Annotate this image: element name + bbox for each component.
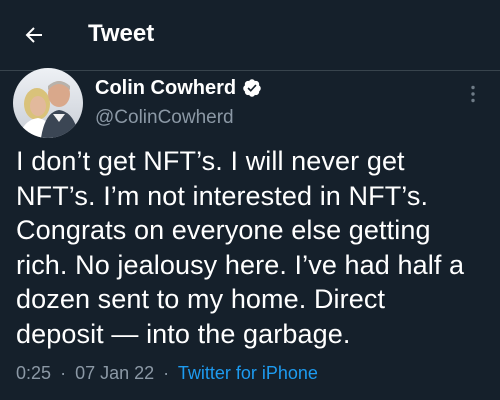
avatar[interactable]	[13, 68, 83, 138]
tweet-screen: Tweet Colin Cowherd @ColinCowherd I don’…	[0, 0, 500, 400]
tweet-source-link[interactable]: Twitter for iPhone	[178, 363, 318, 383]
author-handle[interactable]: @ColinCowherd	[95, 105, 234, 131]
back-button[interactable]	[18, 19, 50, 51]
arrow-left-icon	[25, 27, 42, 43]
author-name: Colin Cowherd	[95, 77, 237, 99]
more-options-button[interactable]	[463, 84, 483, 104]
meta-separator: ·	[163, 363, 170, 383]
verified-badge-icon	[243, 79, 261, 97]
page-title: Tweet	[88, 20, 155, 47]
tweet-date: 07 Jan 22	[75, 363, 155, 383]
avatar-photo	[13, 68, 83, 138]
top-bar: Tweet	[0, 0, 500, 71]
meta-separator: ·	[60, 363, 67, 383]
author-name-row[interactable]: Colin Cowherd	[95, 75, 262, 101]
more-vertical-icon	[471, 85, 475, 103]
tweet-author: Colin Cowherd @ColinCowherd	[13, 68, 483, 138]
tweet-meta: 0:25 · 07 Jan 22 · Twitter for iPhone	[16, 361, 318, 385]
tweet-text: I don’t get NFT’s. I will never get NFT’…	[16, 146, 465, 349]
tweet-time: 0:25	[16, 363, 52, 383]
